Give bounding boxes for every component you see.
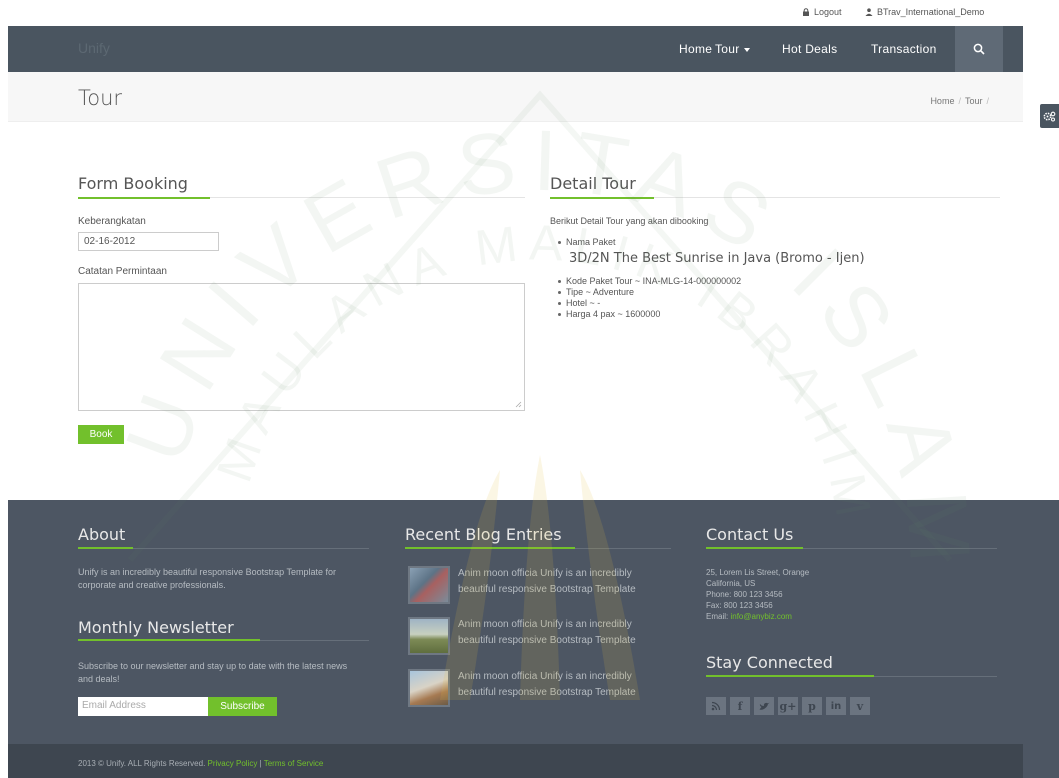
newsletter-underline	[78, 639, 369, 641]
departure-date-input[interactable]: 02-16-2012	[78, 232, 219, 251]
blog-entry-text[interactable]: Anim moon officia Unify is an incredibly…	[458, 617, 668, 655]
detail-item-hotel: Hotel ~ -	[558, 298, 741, 309]
about-underline	[78, 547, 369, 549]
package-label: Nama Paket	[558, 237, 616, 248]
nav-home[interactable]: Home	[679, 42, 712, 56]
contact-email-link[interactable]: info@anybiz.com	[730, 612, 791, 621]
settings-tab[interactable]	[1040, 104, 1059, 128]
social-icons: f g+ p in v	[706, 697, 870, 715]
subscribe-button[interactable]: Subscribe	[208, 697, 277, 716]
privacy-policy-link[interactable]: Privacy Policy	[208, 759, 258, 768]
navbar: Unify Home Tour Hot Deals Transaction	[8, 26, 1023, 72]
detail-item-type: Tipe ~ Adventure	[558, 287, 741, 298]
user-label: BTrav_International_Demo	[877, 7, 985, 17]
detail-heading-underline	[550, 197, 1000, 199]
blog-underline	[405, 547, 671, 549]
linkedin-icon[interactable]: in	[826, 697, 846, 715]
page-title: Tour	[78, 86, 123, 110]
blog-thumbnail[interactable]	[408, 617, 450, 655]
google-plus-icon[interactable]: g+	[778, 697, 798, 715]
package-label-list: Nama Paket	[558, 237, 616, 248]
resize-grip-icon	[515, 401, 522, 408]
user-link[interactable]: BTrav_International_Demo	[865, 7, 984, 17]
detail-item-price: Harga 4 pax ~ 1600000	[558, 309, 741, 320]
gears-icon	[1043, 111, 1056, 121]
contact-fax: Fax: 800 123 3456	[706, 601, 773, 610]
caret-down-icon	[743, 47, 750, 52]
rss-icon[interactable]	[706, 697, 726, 715]
stay-connected-heading: Stay Connected	[706, 653, 833, 672]
book-button[interactable]: Book	[78, 425, 124, 444]
detail-item-code: Kode Paket Tour ~ INA-MLG-14-000000002	[558, 276, 741, 287]
blog-entry[interactable]: Anim moon officia Unify is an incredibly…	[408, 669, 668, 707]
contact-underline	[706, 547, 997, 549]
copyright-separator: |	[259, 759, 262, 768]
nav-hot-deals[interactable]: Hot Deals	[782, 42, 837, 56]
page-header-band: Tour Home / Tour /	[8, 72, 1023, 122]
stay-connected-underline	[706, 675, 997, 677]
footer-side-strip	[1023, 500, 1059, 778]
breadcrumb: Home / Tour /	[930, 96, 989, 106]
nav-transaction[interactable]: Transaction	[871, 42, 937, 56]
about-text: Unify is an incredibly beautiful respons…	[78, 567, 336, 590]
blog-heading: Recent Blog Entries	[405, 525, 562, 544]
blog-thumbnail[interactable]	[408, 566, 450, 604]
twitter-icon[interactable]	[754, 697, 774, 715]
contact-details: 25, Lorem Lis Street, Orange California,…	[706, 567, 809, 622]
newsletter-text: Subscribe to our newsletter and stay up …	[78, 661, 348, 684]
departure-label: Keberangkatan	[78, 216, 146, 227]
form-booking-heading: Form Booking	[78, 174, 188, 193]
contact-email-label: Email:	[706, 612, 729, 621]
contact-address-line1: 25, Lorem Lis Street, Orange	[706, 568, 810, 577]
blog-entry[interactable]: Anim moon officia Unify is an incredibly…	[408, 617, 668, 655]
package-name: 3D/2N The Best Sunrise in Java (Bromo - …	[569, 251, 865, 266]
copyright-label: 2013 © Unify. ALL Rights Reserved.	[78, 759, 206, 768]
notes-label: Catatan Permintaan	[78, 266, 167, 277]
detail-tour-heading: Detail Tour	[550, 174, 636, 193]
contact-address-line2: California, US	[706, 579, 756, 588]
facebook-icon[interactable]: f	[730, 697, 750, 715]
contact-phone: Phone: 800 123 3456	[706, 590, 783, 599]
lock-icon	[803, 8, 809, 16]
pinterest-icon[interactable]: p	[802, 697, 822, 715]
nav-tour[interactable]: Tour	[715, 42, 750, 56]
breadcrumb-tour[interactable]: Tour	[965, 96, 983, 106]
about-heading: About	[78, 525, 126, 544]
logo[interactable]: Unify	[78, 40, 110, 56]
terms-of-service-link[interactable]: Terms of Service	[264, 759, 324, 768]
copyright-text: 2013 © Unify. ALL Rights Reserved. Priva…	[78, 759, 323, 768]
topbar: Logout BTrav_International_Demo	[0, 0, 1059, 26]
nav-tour-label: Tour	[715, 42, 740, 56]
contact-email-row: Email: info@anybiz.com	[706, 611, 809, 622]
newsletter-email-input[interactable]: Email Address	[78, 697, 208, 716]
newsletter-heading: Monthly Newsletter	[78, 618, 234, 637]
form-heading-underline	[78, 197, 525, 199]
blog-thumbnail[interactable]	[408, 669, 450, 707]
notes-textarea[interactable]	[78, 283, 525, 411]
copyright-bar: 2013 © Unify. ALL Rights Reserved. Priva…	[8, 744, 1023, 778]
blog-entry[interactable]: Anim moon officia Unify is an incredibly…	[408, 566, 668, 604]
blog-entry-text[interactable]: Anim moon officia Unify is an incredibly…	[458, 669, 668, 707]
logout-link[interactable]: Logout	[802, 7, 842, 17]
vimeo-icon[interactable]: v	[850, 697, 870, 715]
contact-heading: Contact Us	[706, 525, 794, 544]
blog-entry-text[interactable]: Anim moon officia Unify is an incredibly…	[458, 566, 668, 604]
detail-list: Kode Paket Tour ~ INA-MLG-14-000000002 T…	[558, 276, 741, 320]
search-icon	[973, 43, 985, 55]
detail-intro: Berikut Detail Tour yang akan dibooking	[550, 216, 709, 226]
user-icon	[865, 8, 873, 16]
breadcrumb-home[interactable]: Home	[930, 96, 954, 106]
search-button[interactable]	[955, 26, 1003, 72]
logout-label: Logout	[814, 7, 842, 17]
